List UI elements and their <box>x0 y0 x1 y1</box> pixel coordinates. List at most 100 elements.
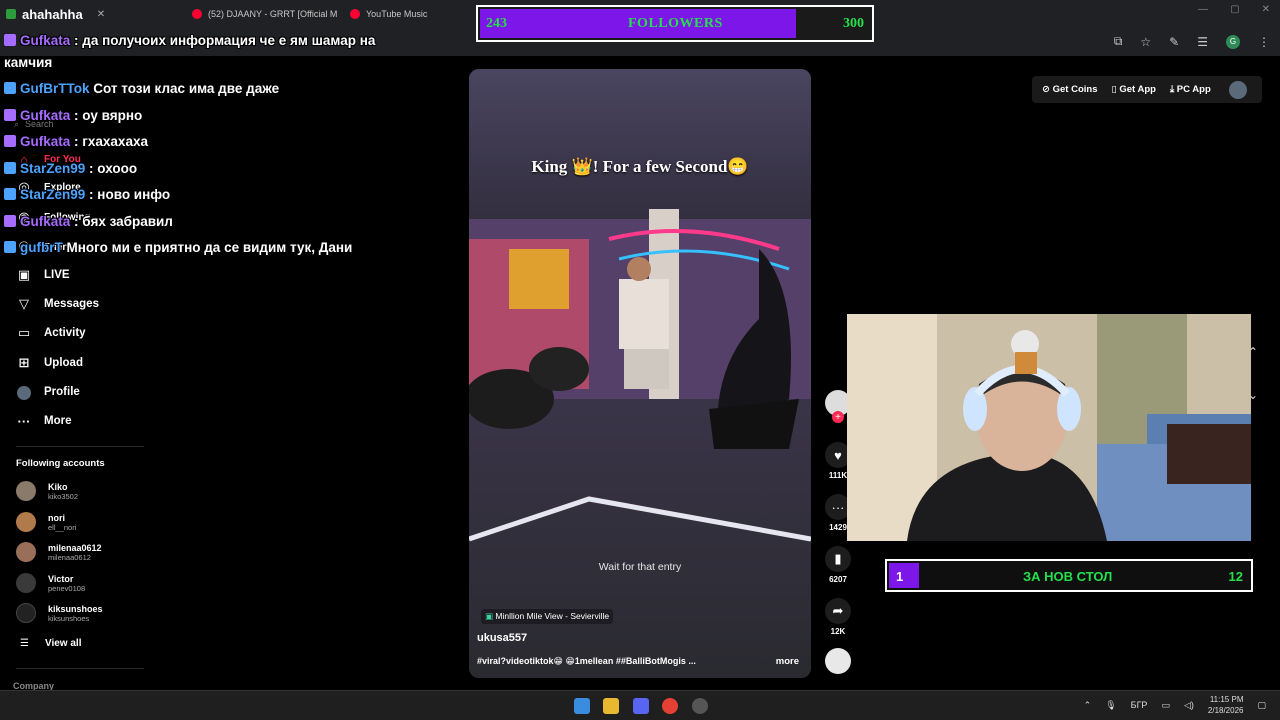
chat-text: : оу вярно <box>74 108 143 123</box>
close-tab-icon[interactable]: ✕ <box>97 9 105 20</box>
following-account[interactable]: Victor penev0108 <box>16 573 85 593</box>
sidebar-item-upload[interactable]: ⊞ Upload <box>16 352 83 374</box>
webcam-scene <box>847 314 1251 541</box>
chrome-icon[interactable] <box>662 698 678 714</box>
get-app-button[interactable]: ▯ Get App <box>1111 84 1155 95</box>
menu-dots-icon[interactable]: ⋮ <box>1258 35 1270 49</box>
chat-text: : охооо <box>89 161 138 176</box>
following-account[interactable]: milenaa0612 milenaa0612 <box>16 542 102 562</box>
sidebar-item-more[interactable]: ··· More <box>16 410 72 432</box>
tray-chevron-icon[interactable]: ⌃ <box>1084 700 1092 711</box>
mic-badge-icon <box>4 135 16 147</box>
chat-username: gufbrT <box>20 240 63 255</box>
webcam-feed <box>847 314 1251 541</box>
tiktok-badge-icon <box>4 82 16 94</box>
window-controls: — ▢ ✕ <box>1198 4 1270 15</box>
sidebar-item-profile[interactable]: Profile <box>16 381 80 403</box>
bookmark-icon: ▮ <box>825 546 851 572</box>
chat-text: : ново инфо <box>89 187 171 202</box>
minimize-icon[interactable]: — <box>1198 4 1208 15</box>
windows-start-icon[interactable] <box>574 698 590 714</box>
account-handle: penev0108 <box>48 583 86 593</box>
view-all-link[interactable]: ☰ View all <box>20 638 81 649</box>
sidebar-item-label: Messages <box>44 298 99 310</box>
video-author[interactable]: ukusa557 <box>477 632 527 644</box>
tab-youtube-music[interactable]: YouTube Music <box>350 6 427 22</box>
sound-button[interactable] <box>823 648 853 674</box>
volume-icon[interactable]: ◁) <box>1184 700 1194 711</box>
activity-icon: ▭ <box>17 325 31 340</box>
tab-active[interactable]: ahahahha ✕ <box>6 6 105 22</box>
follow-plus-icon[interactable]: + <box>832 411 844 423</box>
followers-goal-bar: 243 FOLLOWERS 300 <box>476 5 874 42</box>
tiktok-badge-icon <box>4 188 16 200</box>
sidebar-item-live[interactable]: ▣ LIVE <box>16 264 70 286</box>
tiktok-top-actions: ⊘ Get Coins ▯ Get App ⤓ PC App <box>1032 76 1262 103</box>
following-account[interactable]: nori ell__nori <box>16 512 76 532</box>
extensions-icon[interactable]: ✎ <box>1169 35 1179 49</box>
chat-message: Gufkata : бях забравил <box>4 214 173 229</box>
pc-app-button[interactable]: ⤓ PC App <box>1170 84 1211 95</box>
tab-djaany[interactable]: (52) DJAANY - GRRT [Official M ✕ <box>192 6 360 22</box>
close-window-icon[interactable]: ✕ <box>1262 4 1270 15</box>
maximize-icon[interactable]: ▢ <box>1230 4 1239 15</box>
notifications-icon[interactable]: ▢ <box>1257 700 1266 711</box>
sidebar-item-activity[interactable]: ▭ Activity <box>16 322 86 344</box>
clock[interactable]: 11:15 PM 2/18/2026 <box>1208 694 1244 716</box>
sidebar-item-label: LIVE <box>44 269 70 281</box>
goal-current: 1 <box>896 569 904 584</box>
account-handle: ell__nori <box>48 522 77 532</box>
clock-date: 2/18/2026 <box>1207 706 1244 715</box>
chat-username: StarZen99 <box>20 161 86 176</box>
avatar[interactable] <box>1228 80 1247 99</box>
location-icon: ▣ <box>485 611 494 621</box>
share-button[interactable]: ➦ 12K <box>823 598 853 636</box>
windows-taskbar: ⌃ 🎙 БГР ▭ ◁) 11:15 PM 2/18/2026 ▢ <box>0 690 1280 720</box>
get-coins-label: Get Coins <box>1052 84 1098 95</box>
network-icon[interactable]: ▭ <box>1161 700 1170 711</box>
video-location-tag[interactable]: ▣ Minllion Mile View - Sevierville <box>481 609 614 624</box>
youtube-music-icon <box>350 9 360 19</box>
cast-icon[interactable]: ⧉ <box>1114 34 1123 49</box>
microphone-icon[interactable]: 🎙 <box>1105 700 1116 711</box>
tab-label: YouTube Music <box>366 9 428 19</box>
account-name: milenaa0612 <box>48 542 102 553</box>
file-explorer-icon[interactable] <box>603 698 619 714</box>
system-tray: ⌃ 🎙 БГР ▭ ◁) 11:15 PM 2/18/2026 ▢ <box>1084 694 1266 716</box>
following-account[interactable]: Kiko kiko3502 <box>16 481 78 501</box>
chat-message: камчия <box>4 55 52 70</box>
account-name: Victor <box>48 573 74 584</box>
get-coins-button[interactable]: ⊘ Get Coins <box>1042 84 1097 95</box>
goal-progress-fill <box>889 563 919 588</box>
youtube-icon <box>192 9 202 19</box>
sidebar-item-label: Upload <box>44 357 83 369</box>
mic-badge-icon <box>4 109 16 121</box>
share-count: 12K <box>830 627 846 636</box>
chat-text: Много ми е приятно да се видим тук, Дани <box>66 240 353 255</box>
following-accounts-title: Following accounts <box>16 458 105 469</box>
bookmark-star-icon[interactable]: ☆ <box>1140 35 1151 49</box>
obs-icon[interactable] <box>692 698 708 714</box>
like-count: 111K <box>828 471 848 480</box>
download-icon: ⤓ <box>1169 84 1175 95</box>
tab-label: ahahahha <box>22 6 83 22</box>
discord-icon[interactable] <box>633 698 649 714</box>
chat-message: gufbrT Много ми е приятно да се видим ту… <box>4 240 352 255</box>
address-bar-icons: ⧉ ☆ ✎ ☰ G ⋮ <box>1114 34 1270 49</box>
tiktok-sidebar: ⌕ Search ⌂ For You ◎ Explore ◉ Following… <box>0 56 160 696</box>
video-player[interactable]: King 👑! For a few Second😁 Wait for that … <box>469 69 811 678</box>
sidebar-item-messages[interactable]: ▽ Messages <box>16 293 99 315</box>
chat-username: Gufkata <box>20 33 71 48</box>
account-handle: kiksunshoes <box>48 613 90 623</box>
save-button[interactable]: ▮ 6207 <box>823 546 853 584</box>
following-account[interactable]: kiksunshoes kiksunshoes <box>16 603 103 623</box>
language-indicator[interactable]: БГР <box>1131 700 1148 710</box>
mic-badge-icon <box>4 215 16 227</box>
profile-avatar-icon[interactable]: G <box>1226 34 1240 49</box>
chat-text: : бях забравил <box>74 214 173 229</box>
chat-message: Gufkata : оу вярно <box>4 108 142 123</box>
chat-text: : да получоих информация че е ям шамар н… <box>74 33 376 48</box>
reading-list-icon[interactable]: ☰ <box>1197 35 1208 49</box>
chat-username: GufBrTTok <box>20 81 90 96</box>
more-button[interactable]: more <box>776 656 799 667</box>
